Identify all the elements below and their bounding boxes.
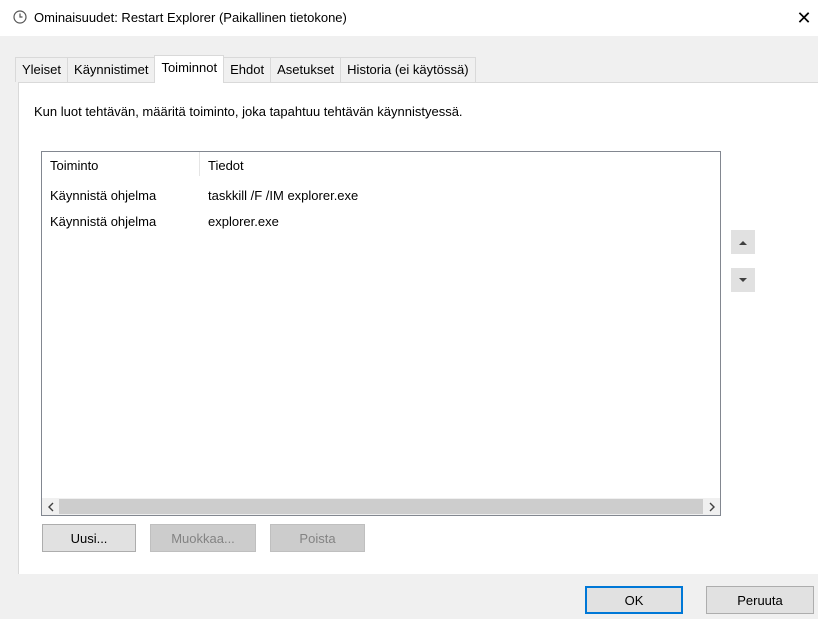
delete-action-button[interactable]: Poista: [270, 524, 365, 552]
horizontal-scrollbar[interactable]: [42, 498, 720, 515]
list-item-action: Käynnistä ohjelma: [50, 214, 157, 229]
column-separator[interactable]: [199, 152, 200, 176]
window-title: Ominaisuudet: Restart Explorer (Paikalli…: [34, 10, 347, 25]
close-icon: ✕: [796, 7, 812, 28]
list-item-action: Käynnistä ohjelma: [50, 188, 157, 203]
title-bar: Ominaisuudet: Restart Explorer (Paikalli…: [0, 0, 818, 36]
clock-icon: [13, 10, 27, 24]
edit-action-button[interactable]: Muokkaa...: [150, 524, 256, 552]
column-header-details[interactable]: Tiedot: [208, 158, 244, 173]
actions-tab-panel: Kun luot tehtävän, määritä toiminto, jok…: [18, 82, 818, 574]
tab-triggers[interactable]: Käynnistimet: [67, 57, 156, 82]
tab-actions[interactable]: Toiminnot: [154, 55, 225, 83]
tab-conditions[interactable]: Ehdot: [223, 57, 272, 82]
move-up-button[interactable]: [731, 230, 755, 254]
list-item-details: explorer.exe: [208, 214, 279, 229]
chevron-left-icon: [47, 502, 53, 511]
scroll-left-button[interactable]: [42, 498, 59, 515]
tab-general[interactable]: Yleiset: [15, 57, 69, 82]
list-item[interactable]: Käynnistä ohjelma explorer.exe: [42, 212, 720, 232]
panel-description: Kun luot tehtävän, määritä toiminto, jok…: [34, 104, 463, 119]
list-header: Toiminto Tiedot: [42, 152, 720, 176]
caret-down-icon: [739, 277, 747, 282]
caret-up-icon: [739, 240, 747, 245]
tab-settings[interactable]: Asetukset: [270, 57, 342, 82]
list-item[interactable]: Käynnistä ohjelma taskkill /F /IM explor…: [42, 186, 720, 206]
scroll-right-button[interactable]: [703, 498, 720, 515]
new-action-button[interactable]: Uusi...: [42, 524, 136, 552]
column-header-action[interactable]: Toiminto: [50, 158, 98, 173]
actions-list[interactable]: Toiminto Tiedot Käynnistä ohjelma taskki…: [41, 151, 721, 516]
tab-history[interactable]: Historia (ei käytössä): [340, 57, 476, 82]
list-item-details: taskkill /F /IM explorer.exe: [208, 188, 359, 203]
move-down-button[interactable]: [731, 268, 755, 292]
chevron-right-icon: [709, 502, 715, 511]
scrollbar-thumb[interactable]: [59, 499, 703, 514]
tab-strip: Yleiset Käynnistimet Toiminnot Ehdot Ase…: [15, 55, 476, 83]
close-button[interactable]: ✕: [790, 0, 818, 36]
ok-button[interactable]: OK: [585, 586, 683, 614]
cancel-button[interactable]: Peruuta: [706, 586, 814, 614]
